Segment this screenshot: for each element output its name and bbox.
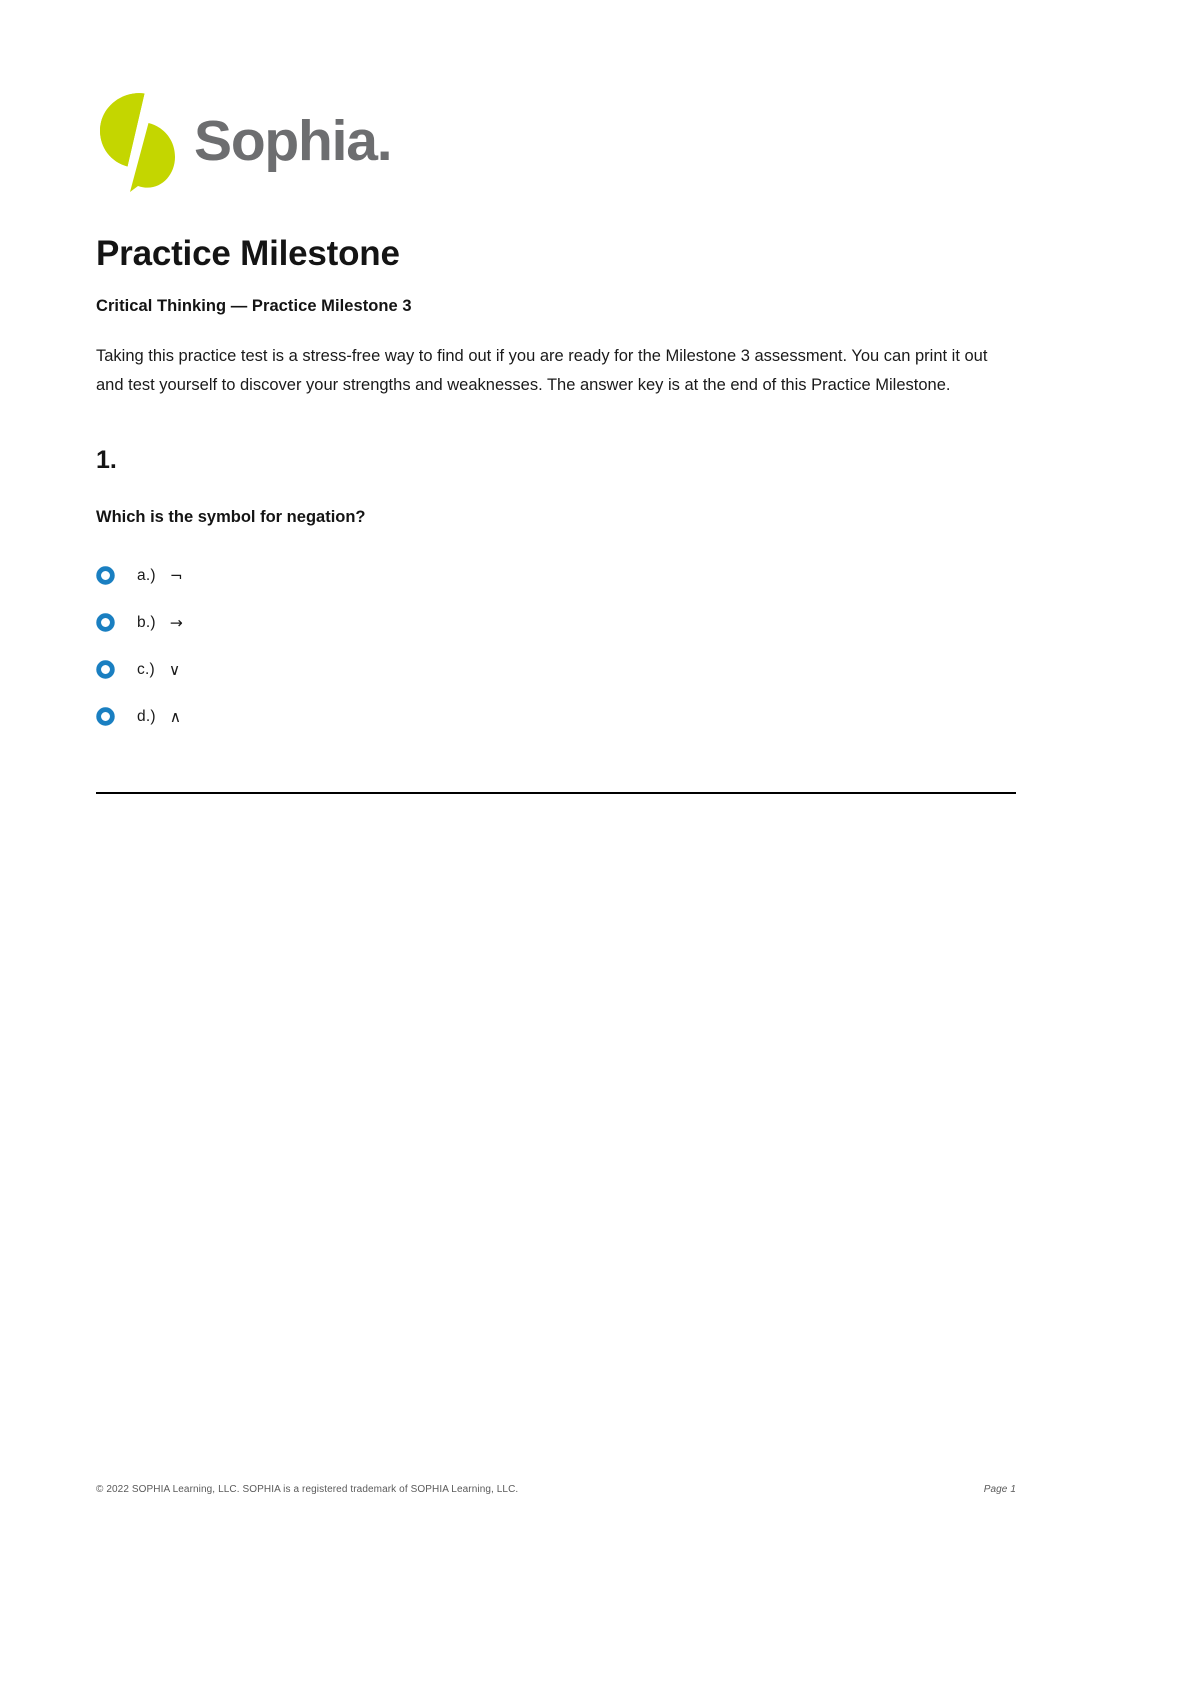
answer-options-list: a.) ¬ b.) → c.) ∨ d.) ∧ xyxy=(96,552,796,740)
answer-option-label: a.) xyxy=(137,566,156,584)
answer-option-label: b.) xyxy=(137,613,156,631)
footer-copyright: © 2022 SOPHIA Learning, LLC. SOPHIA is a… xyxy=(96,1484,519,1495)
page-footer: © 2022 SOPHIA Learning, LLC. SOPHIA is a… xyxy=(96,1484,1016,1495)
svg-text:Sophia.: Sophia. xyxy=(194,112,391,173)
section-divider xyxy=(96,792,1016,794)
answer-option-symbol: ∧ xyxy=(169,707,182,726)
answer-option[interactable]: c.) ∨ xyxy=(96,646,796,693)
document-page: Sophia. Practice Milestone Critical Thin… xyxy=(0,0,1200,1698)
answer-option[interactable]: a.) ¬ xyxy=(96,552,796,599)
answer-option-symbol: ∨ xyxy=(168,660,181,679)
radio-unselected-icon[interactable] xyxy=(96,660,115,679)
sophia-wordmark: Sophia. xyxy=(194,112,393,173)
answer-option-symbol: → xyxy=(169,613,183,632)
intro-paragraph: Taking this practice test is a stress-fr… xyxy=(96,347,988,394)
answer-option-label: c.) xyxy=(137,660,155,678)
radio-unselected-icon[interactable] xyxy=(96,613,115,632)
answer-option-label: d.) xyxy=(137,707,156,725)
radio-unselected-icon[interactable] xyxy=(96,707,115,726)
answer-option[interactable]: b.) → xyxy=(96,599,796,646)
sophia-logo: Sophia. xyxy=(96,88,494,198)
question-prompt: Which is the symbol for negation? xyxy=(96,508,366,526)
sophia-split-circle-logo-icon xyxy=(100,93,175,192)
page-subtitle: Critical Thinking — Practice Milestone 3 xyxy=(96,297,412,315)
page-title: Practice Milestone xyxy=(96,234,400,273)
question-number: 1. xyxy=(96,446,117,474)
footer-page-number: Page 1 xyxy=(983,1484,1016,1495)
answer-option[interactable]: d.) ∧ xyxy=(96,693,796,740)
answer-option-symbol: ¬ xyxy=(169,566,183,585)
radio-unselected-icon[interactable] xyxy=(96,566,115,585)
